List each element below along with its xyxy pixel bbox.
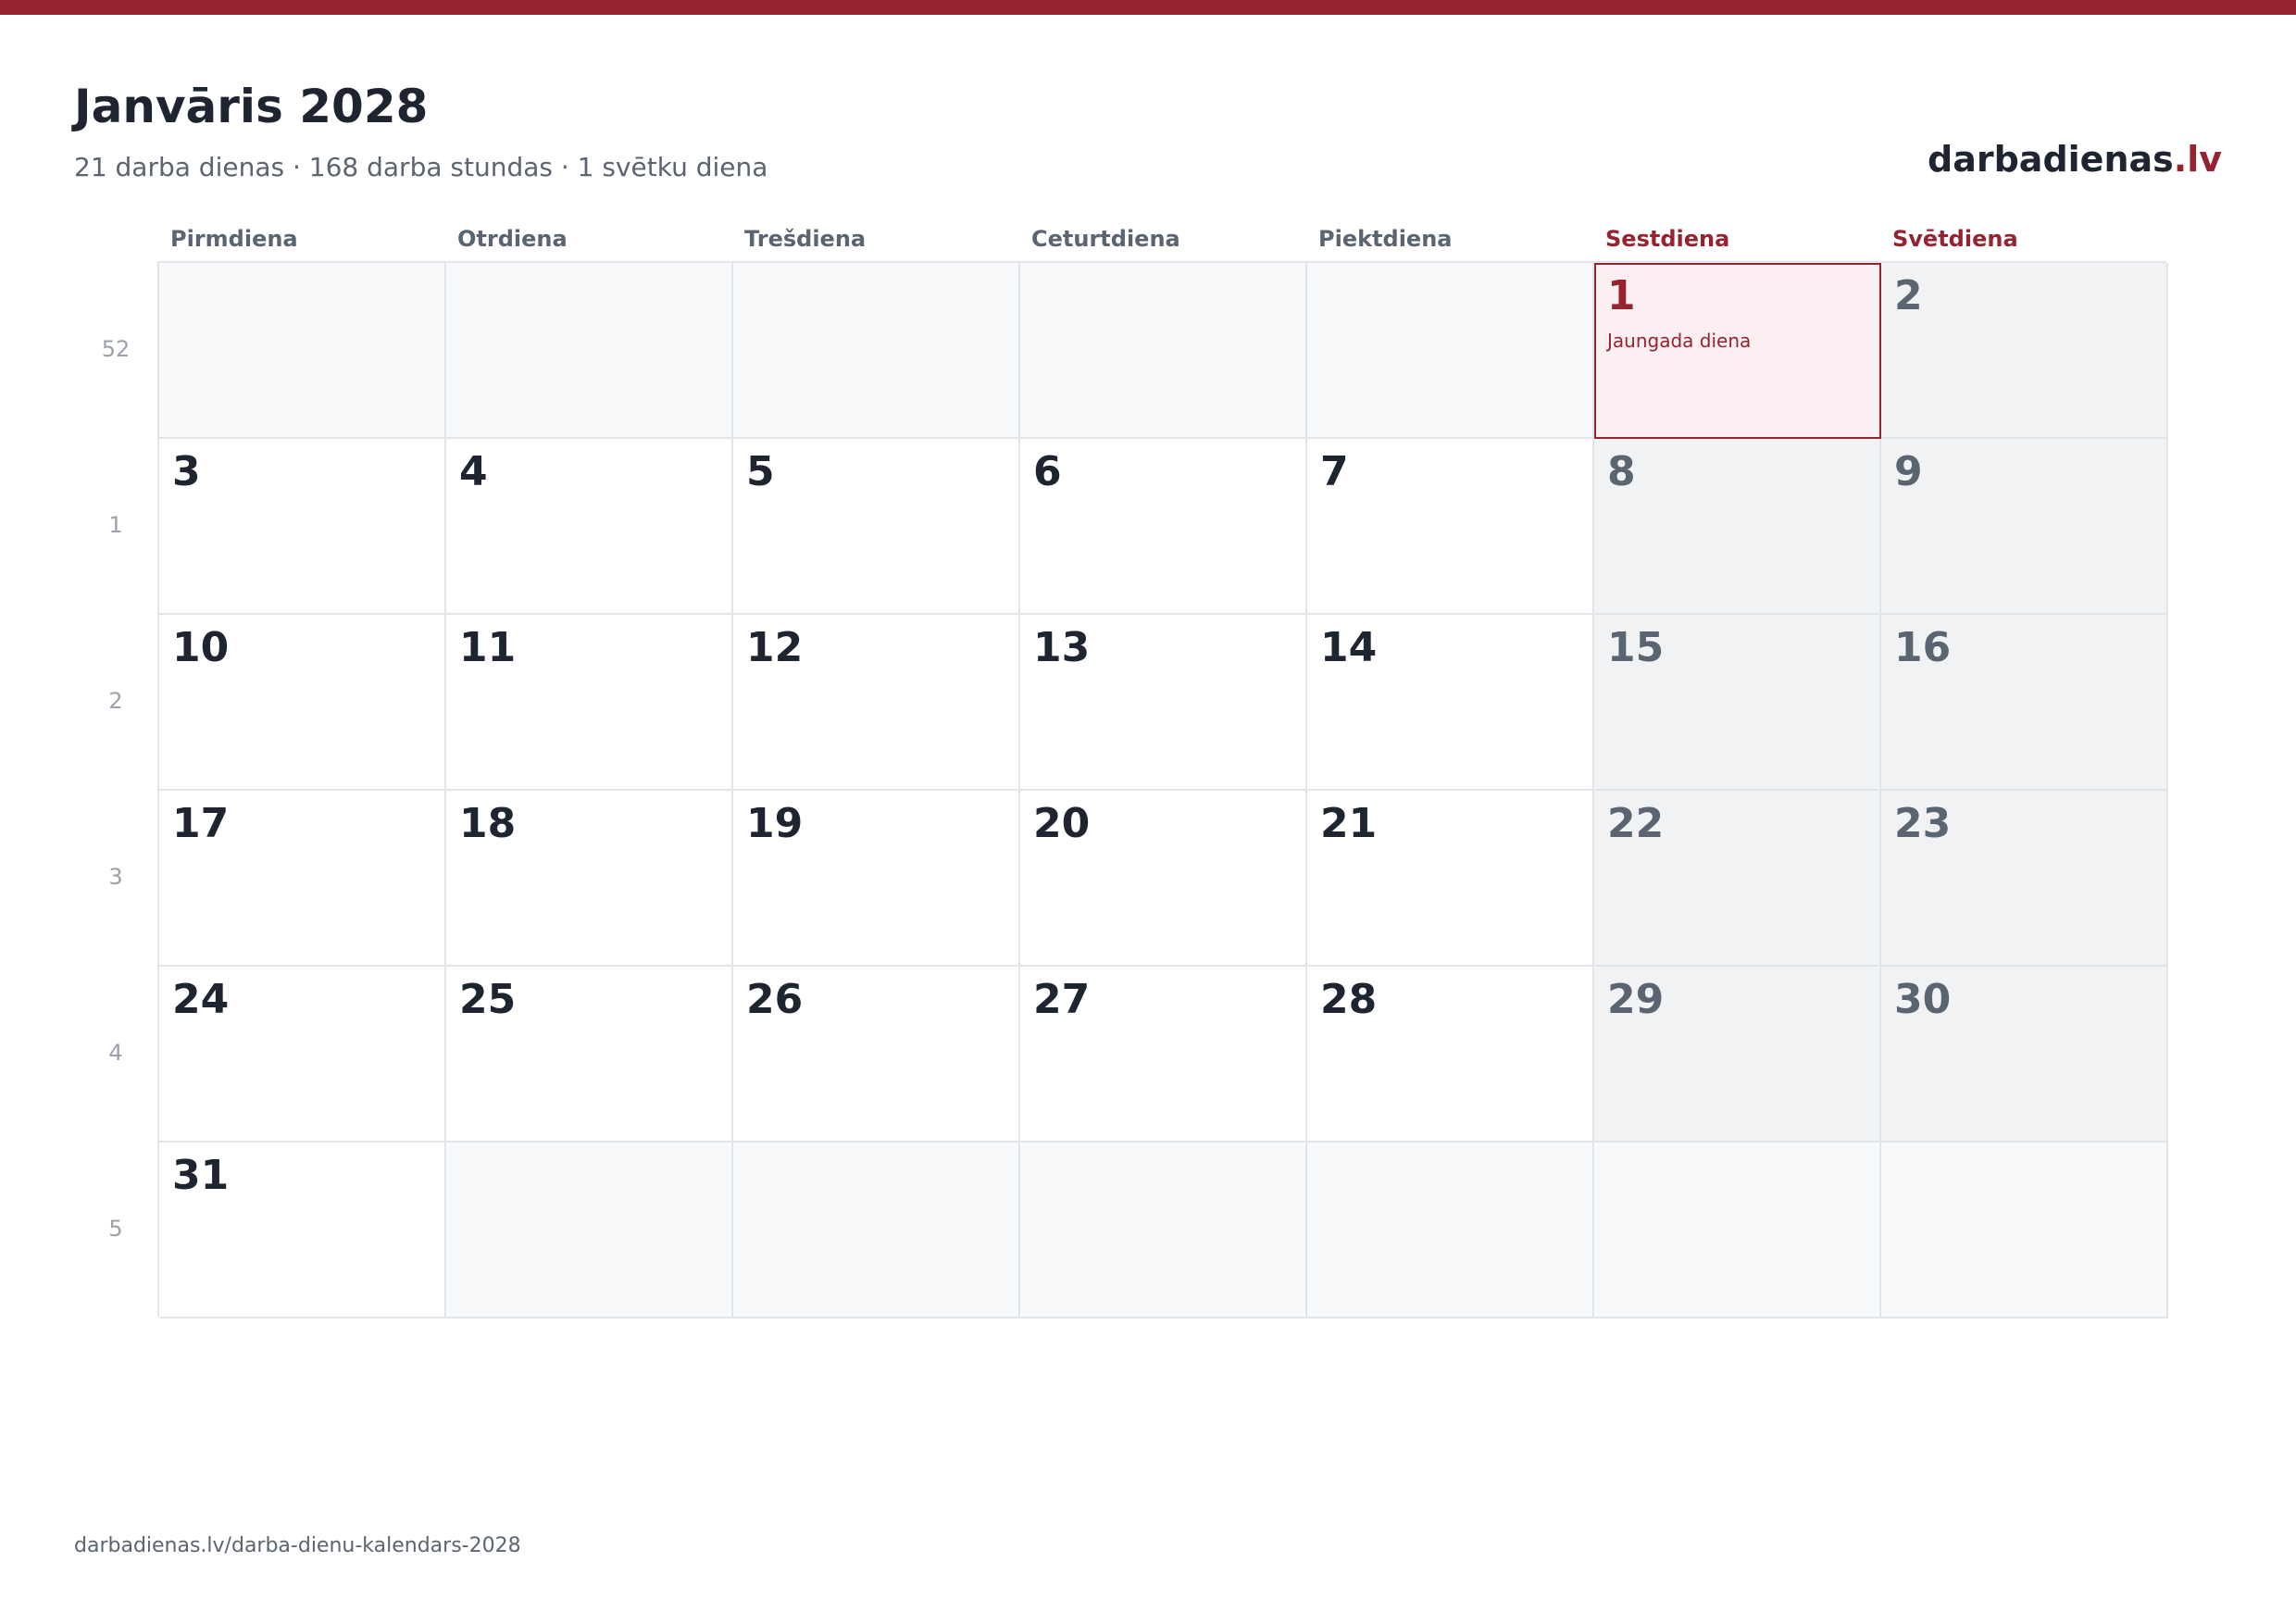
empty-day-cell xyxy=(1020,1143,1307,1318)
day-cell: 26 xyxy=(733,967,1020,1143)
week-number: 52 xyxy=(101,336,131,362)
day-number: 9 xyxy=(1894,448,1923,495)
day-number: 16 xyxy=(1894,624,1952,671)
top-accent-bar xyxy=(0,0,2296,15)
empty-day-cell xyxy=(733,1143,1020,1318)
day-cell: 4 xyxy=(446,439,733,615)
footer-url: darbadienas.lv/darba-dienu-kalendars-202… xyxy=(74,1534,521,1557)
empty-day-cell xyxy=(1307,263,1594,439)
day-number: 28 xyxy=(1320,976,1378,1023)
brand-name: darbadienas xyxy=(1928,139,2174,180)
day-cell: 12 xyxy=(733,615,1020,791)
day-cell: 21 xyxy=(1307,791,1594,967)
weekday-header: Ceturtdiena xyxy=(1031,226,1180,252)
day-number: 1 xyxy=(1607,272,1636,319)
day-number: 20 xyxy=(1033,800,1091,847)
empty-day-cell xyxy=(446,1143,733,1318)
week-number: 5 xyxy=(108,1216,123,1242)
day-number: 3 xyxy=(172,448,201,495)
day-number: 6 xyxy=(1033,448,1062,495)
day-number: 14 xyxy=(1320,624,1378,671)
day-cell: 11 xyxy=(446,615,733,791)
weekend-day-cell: 8 xyxy=(1594,439,1881,615)
day-number: 17 xyxy=(172,800,230,847)
day-number: 26 xyxy=(746,976,804,1023)
day-number: 24 xyxy=(172,976,230,1023)
weekend-day-cell: 30 xyxy=(1881,967,2168,1143)
empty-day-cell xyxy=(1307,1143,1594,1318)
calendar-grid: 1 Jaungada diena 2 3 4 5 6 7 8 9 10 11 12 13 14 15 16 17 1… xyxy=(157,261,2168,1318)
day-cell: 24 xyxy=(159,967,446,1143)
day-number: 29 xyxy=(1607,976,1665,1023)
month-summary: 21 darba dienas · 168 darba stundas · 1 … xyxy=(74,152,768,182)
weekend-day-cell: 2 xyxy=(1881,263,2168,439)
empty-day-cell xyxy=(733,263,1020,439)
week-number: 4 xyxy=(108,1040,123,1066)
day-number: 19 xyxy=(746,800,804,847)
day-number: 8 xyxy=(1607,448,1636,495)
day-number: 31 xyxy=(172,1152,230,1199)
day-cell: 25 xyxy=(446,967,733,1143)
week-number: 2 xyxy=(108,688,123,714)
page-title: Janvāris 2028 xyxy=(74,80,429,133)
week-number: 1 xyxy=(108,512,123,538)
weekday-header-row: Pirmdiena Otrdiena Trešdiena Ceturtdiena… xyxy=(157,222,2166,261)
day-number: 2 xyxy=(1894,272,1923,319)
day-cell: 5 xyxy=(733,439,1020,615)
empty-day-cell xyxy=(446,263,733,439)
day-cell: 6 xyxy=(1020,439,1307,615)
weekday-header-weekend: Svētdiena xyxy=(1892,226,2018,252)
day-number: 27 xyxy=(1033,976,1091,1023)
day-number: 23 xyxy=(1894,800,1952,847)
day-cell: 13 xyxy=(1020,615,1307,791)
day-number: 7 xyxy=(1320,448,1349,495)
day-cell: 27 xyxy=(1020,967,1307,1143)
day-number: 5 xyxy=(746,448,775,495)
day-number: 10 xyxy=(172,624,230,671)
day-number: 11 xyxy=(459,624,517,671)
day-cell: 14 xyxy=(1307,615,1594,791)
week-number: 3 xyxy=(108,864,123,890)
weekend-day-cell: 15 xyxy=(1594,615,1881,791)
empty-day-cell xyxy=(1020,263,1307,439)
holiday-name: Jaungada diena xyxy=(1607,330,1752,352)
day-number: 18 xyxy=(459,800,517,847)
day-number: 22 xyxy=(1607,800,1665,847)
day-cell: 7 xyxy=(1307,439,1594,615)
day-cell: 18 xyxy=(446,791,733,967)
day-cell: 10 xyxy=(159,615,446,791)
weekend-day-cell: 29 xyxy=(1594,967,1881,1143)
day-number: 13 xyxy=(1033,624,1091,671)
empty-day-cell xyxy=(1881,1143,2168,1318)
brand-logo: darbadienas.lv xyxy=(1928,139,2222,180)
weekday-header: Pirmdiena xyxy=(170,226,298,252)
week-number-column: 52 1 2 3 4 5 xyxy=(83,261,148,1317)
weekday-header: Trešdiena xyxy=(744,226,867,252)
weekend-day-cell: 9 xyxy=(1881,439,2168,615)
weekday-header-weekend: Sestdiena xyxy=(1605,226,1730,252)
day-cell: 17 xyxy=(159,791,446,967)
brand-tld: .lv xyxy=(2173,139,2222,180)
day-number: 12 xyxy=(746,624,804,671)
empty-day-cell xyxy=(1594,1143,1881,1318)
day-cell: 31 xyxy=(159,1143,446,1318)
day-cell: 20 xyxy=(1020,791,1307,967)
weekend-day-cell: 22 xyxy=(1594,791,1881,967)
day-cell: 3 xyxy=(159,439,446,615)
empty-day-cell xyxy=(159,263,446,439)
weekday-header: Otrdiena xyxy=(457,226,568,252)
day-number: 30 xyxy=(1894,976,1952,1023)
day-number: 4 xyxy=(459,448,488,495)
weekday-header: Piektdiena xyxy=(1318,226,1453,252)
day-number: 21 xyxy=(1320,800,1378,847)
holiday-day-cell: 1 Jaungada diena xyxy=(1594,263,1881,439)
weekend-day-cell: 16 xyxy=(1881,615,2168,791)
day-number: 25 xyxy=(459,976,517,1023)
day-number: 15 xyxy=(1607,624,1665,671)
weekend-day-cell: 23 xyxy=(1881,791,2168,967)
day-cell: 19 xyxy=(733,791,1020,967)
day-cell: 28 xyxy=(1307,967,1594,1143)
